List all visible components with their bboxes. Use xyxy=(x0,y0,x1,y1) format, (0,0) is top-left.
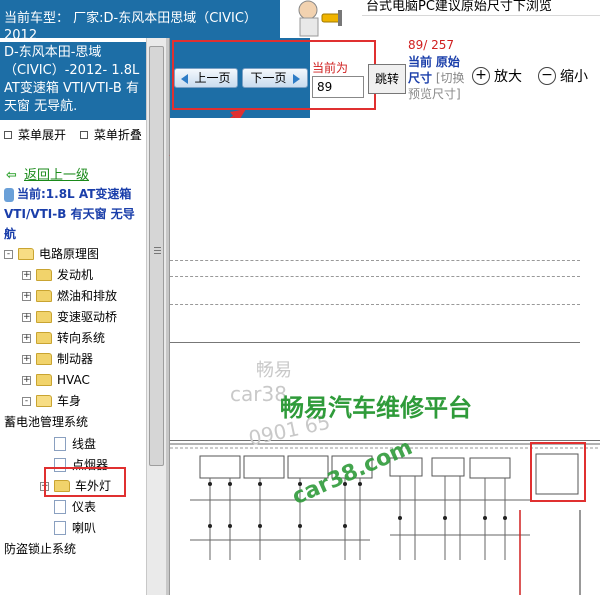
mascot-icon xyxy=(282,0,360,38)
tree-item-label: 喇叭 xyxy=(72,521,97,535)
square-icon xyxy=(79,130,88,139)
folder-icon xyxy=(36,332,52,344)
diagram-viewer[interactable]: 畅易 car38 0901 65 畅易汽车维修平台 car38.com xyxy=(170,118,600,595)
expand-icon[interactable]: + xyxy=(22,291,31,301)
expand-icon[interactable]: + xyxy=(22,354,31,364)
zoom-in-button[interactable]: + 放大 xyxy=(472,66,522,86)
expand-icon[interactable]: + xyxy=(22,270,31,280)
tree-item-label: 蓄电池管理系统 xyxy=(4,415,89,429)
tree-item-label: 线盘 xyxy=(72,437,97,451)
cylinder-icon xyxy=(4,187,14,202)
zoom-out-label: 缩小 xyxy=(560,69,588,85)
zoom-out-button[interactable]: − 缩小 xyxy=(538,66,588,86)
page-number-input[interactable] xyxy=(312,76,364,98)
diagram-rule xyxy=(170,260,580,261)
tree-item-label: 防盗锁止系统 xyxy=(4,542,77,556)
folder-open-icon xyxy=(18,248,34,260)
document-icon xyxy=(54,437,66,451)
tree-item-label: 转向系统 xyxy=(57,331,106,345)
top-header: 当前车型： 厂家:D-东风本田思域（CIVIC）2012 台式电脑PC建议原始尺… xyxy=(0,0,600,38)
tree-item[interactable]: + 燃油和排放 xyxy=(22,286,117,306)
tree-item[interactable]: 仪表 xyxy=(40,497,96,517)
diagram-rule xyxy=(170,276,580,277)
tree-item-label: 变速驱动桥 xyxy=(57,310,118,324)
tree-item[interactable]: 防盗锁止系统 xyxy=(4,539,76,559)
back-link-label: 返回上一级 xyxy=(24,168,90,183)
folder-icon xyxy=(36,269,52,281)
tree-item[interactable]: 线盘 xyxy=(40,434,96,454)
tree-item-label: 制动器 xyxy=(57,352,94,366)
watermark-title: 畅易汽车维修平台 xyxy=(280,394,472,422)
folder-icon xyxy=(36,311,52,323)
document-icon xyxy=(54,500,66,514)
menu-expand-button[interactable]: 菜单展开 xyxy=(4,128,66,142)
selected-item-highlight xyxy=(44,467,126,497)
folder-icon xyxy=(36,374,52,386)
menu-collapse-button[interactable]: 菜单折叠 xyxy=(79,128,142,142)
folder-open-icon xyxy=(36,395,52,407)
size-options: 当前 原始尺寸 [切换预览尺寸] xyxy=(408,54,466,102)
grip-line xyxy=(154,247,161,248)
square-icon xyxy=(4,130,12,139)
current-selection-label: 当前:1.8L AT变速箱 VTI/VTI-B 有天窗 无导航 xyxy=(4,187,135,241)
tree-item[interactable]: 喇叭 xyxy=(40,518,96,538)
tree-item-label: HVAC xyxy=(57,373,90,387)
tree-item[interactable]: + HVAC xyxy=(22,370,90,390)
folder-icon xyxy=(36,353,52,365)
grip-line xyxy=(154,253,161,254)
menu-collapse-label: 菜单折叠 xyxy=(93,128,142,142)
expand-icon[interactable]: + xyxy=(22,333,31,343)
tree-item[interactable]: - 车身 xyxy=(22,391,81,411)
tree-item[interactable]: + 制动器 xyxy=(22,349,93,369)
collapse-icon[interactable]: - xyxy=(4,249,13,259)
menu-toggle-row: 菜单展开 菜单折叠 xyxy=(4,126,142,143)
tree-item-label: 发动机 xyxy=(57,268,94,282)
page-count: 89/ 257 xyxy=(408,38,455,52)
current-page-label: 当前为 xyxy=(312,61,349,75)
scrollbar-thumb[interactable] xyxy=(149,46,164,466)
tree-item[interactable]: + 转向系统 xyxy=(22,328,105,348)
zoom-in-label: 放大 xyxy=(494,69,522,85)
tree-item-label: 电路原理图 xyxy=(39,247,100,261)
folder-icon xyxy=(36,290,52,302)
tree-item-label: 仪表 xyxy=(72,500,97,514)
size-current-label: 当前 xyxy=(408,55,433,69)
tree-item[interactable]: + 变速驱动桥 xyxy=(22,307,117,327)
display-hint: 台式电脑PC建议原始尺寸下浏览 xyxy=(362,0,600,16)
tree-item-label: 车身 xyxy=(57,394,82,408)
watermark-brand: 畅易 xyxy=(256,360,292,381)
collapse-icon[interactable]: - xyxy=(22,396,31,406)
zoom-out-icon: − xyxy=(538,67,556,85)
tree-item-label: 燃油和排放 xyxy=(57,289,118,303)
tree-item[interactable]: - 电路原理图 xyxy=(4,244,99,264)
tree-item[interactable]: 蓄电池管理系统 xyxy=(4,412,88,432)
tree-item[interactable]: + 发动机 xyxy=(22,265,93,285)
grip-line xyxy=(154,250,161,251)
zoom-in-icon: + xyxy=(472,67,490,85)
component-highlight-box xyxy=(530,442,586,502)
back-arrow-icon: ⇦ xyxy=(6,168,17,183)
jump-button[interactable]: 跳转 xyxy=(368,64,406,94)
expand-icon[interactable]: + xyxy=(22,312,31,322)
model-description: D-东风本田-思域（CIVIC）-2012- 1.8L AT变速箱 VTI/VT… xyxy=(0,42,146,120)
expand-icon[interactable]: + xyxy=(22,375,31,385)
sidebar: D-东风本田-思域（CIVIC）-2012- 1.8L AT变速箱 VTI/VT… xyxy=(0,38,146,595)
diagram-rule xyxy=(170,304,580,305)
watermark-domain: car38 xyxy=(230,382,287,406)
document-icon xyxy=(54,521,66,535)
back-link[interactable]: ⇦ 返回上一级 xyxy=(6,164,89,183)
sidebar-scrollbar[interactable] xyxy=(146,38,166,595)
current-vehicle-text: 当前车型： 厂家:D-东风本田思域（CIVIC）2012 xyxy=(0,0,280,38)
menu-expand-label: 菜单展开 xyxy=(18,128,67,142)
diagram-rule xyxy=(170,342,580,343)
current-selection: 当前:1.8L AT变速箱 VTI/VTI-B 有天窗 无导航 xyxy=(4,184,144,244)
